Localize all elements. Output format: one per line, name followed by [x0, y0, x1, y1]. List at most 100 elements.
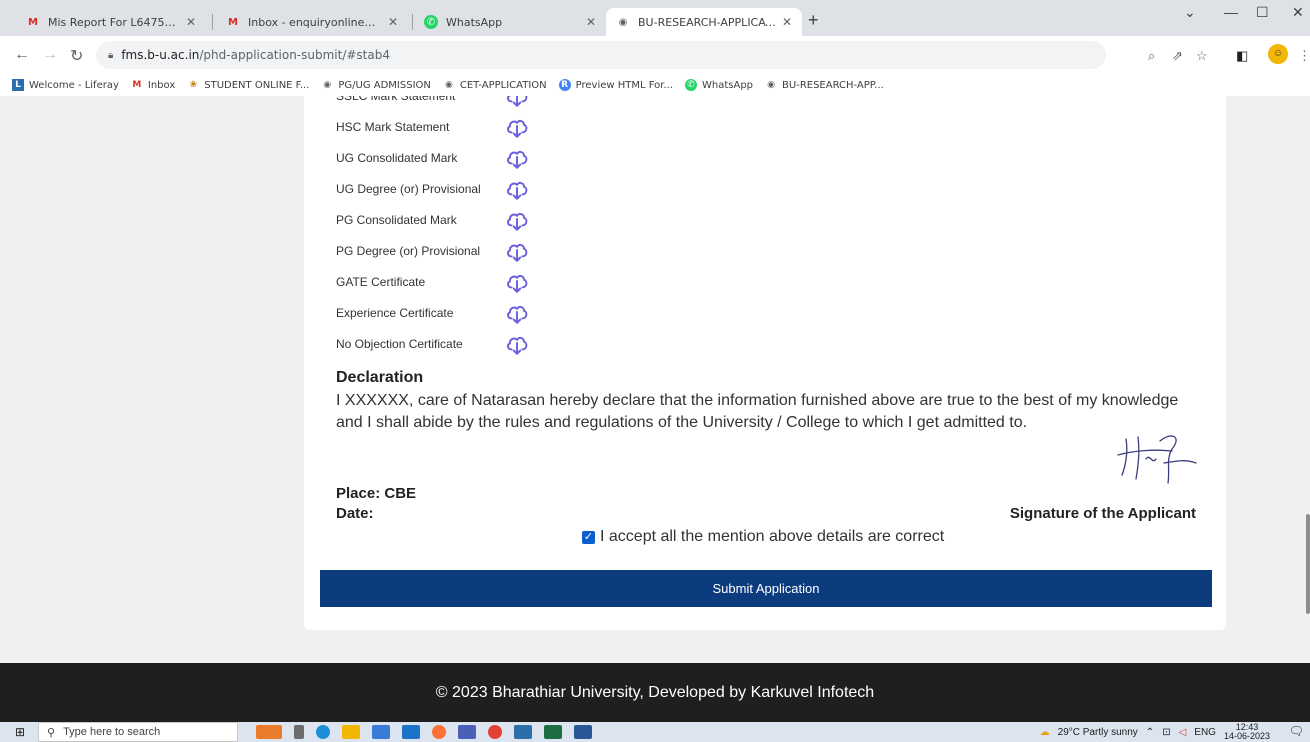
document-label: UG Degree (or) Provisional [336, 182, 481, 196]
tab-mis-report[interactable]: M Mis Report For L647563_Bharthia ✕ [16, 8, 206, 36]
document-row: UG Consolidated Mark [336, 145, 530, 171]
address-bar-row: ← → ↻ 🔒︎ fms.b-u.ac.in/phd-application-s… [0, 36, 1310, 74]
cloud-download-icon[interactable] [504, 269, 530, 295]
document-label: HSC Mark Statement [336, 120, 450, 134]
document-row: UG Degree (or) Provisional [336, 176, 530, 202]
whatsapp-icon: ✆ [424, 15, 438, 29]
menu-icon[interactable]: ⋮ [1298, 48, 1310, 64]
close-icon[interactable]: ✕ [586, 15, 596, 29]
bookmark-star-icon[interactable]: ☆ [1196, 48, 1208, 64]
date-text: Date: [336, 505, 374, 522]
calculator-icon[interactable] [514, 725, 532, 739]
new-tab-button[interactable]: + [808, 10, 819, 31]
widgets-icon[interactable] [256, 725, 282, 739]
mail-icon[interactable] [402, 725, 420, 739]
accept-label: I accept all the mention above details a… [600, 528, 945, 545]
volume-icon[interactable]: ◁ [1179, 727, 1187, 738]
gmail-icon: M [228, 16, 238, 28]
profile-avatar[interactable]: ☺ [1268, 44, 1288, 64]
bookmark-inbox[interactable]: M Inbox [131, 79, 175, 91]
bookmark-student-online[interactable]: ❀ STUDENT ONLINE F... [187, 79, 309, 91]
system-tray: ☁ 29°C Partly sunny ⌃ ⊡ ◁ ENG 12:43 14-0… [1032, 722, 1270, 742]
store-icon[interactable] [372, 725, 390, 739]
cloud-download-icon[interactable] [504, 96, 530, 109]
windows-start-icon[interactable]: ⊞ [8, 725, 32, 739]
chrome-icon[interactable] [488, 725, 502, 739]
tab-bu-research[interactable]: ◉ BU-RESEARCH-APPLICATION ✕ [606, 8, 802, 36]
tab-title: Mis Report For L647563_Bharthia [48, 15, 180, 29]
cloud-download-icon[interactable] [504, 300, 530, 326]
accept-checkbox[interactable]: ✓ [582, 530, 595, 544]
forward-icon[interactable]: → [42, 46, 58, 64]
firefox-icon[interactable] [432, 725, 446, 739]
gmail-icon: M [132, 80, 142, 90]
close-icon[interactable]: ✕ [388, 15, 398, 29]
scrollbar[interactable] [1306, 96, 1310, 663]
submit-label: Submit Application [712, 581, 820, 596]
close-window-icon[interactable]: ✕ [1292, 4, 1304, 21]
globe-icon: ◉ [323, 80, 332, 90]
clock-date: 14-06-2023 [1223, 731, 1270, 741]
task-view-icon[interactable] [294, 725, 304, 739]
tab-inbox[interactable]: M Inbox - enquiryonlinepay@buc.e ✕ [216, 8, 408, 36]
tab-search-icon[interactable]: ⌄ [1184, 4, 1196, 21]
cloud-download-icon[interactable] [504, 145, 530, 171]
tab-title: BU-RESEARCH-APPLICATION [638, 15, 776, 29]
close-icon[interactable]: ✕ [782, 15, 792, 29]
weather-text[interactable]: 29°C Partly sunny [1058, 727, 1138, 738]
file-explorer-icon[interactable] [342, 725, 360, 739]
back-icon[interactable]: ← [14, 46, 30, 64]
bookmark-label: BU-RESEARCH-APP... [782, 79, 884, 91]
bookmark-liferay[interactable]: L Welcome - Liferay [12, 79, 119, 91]
notification-icon[interactable]: 🗨︎ [1289, 724, 1304, 738]
tray-chevron-icon[interactable]: ⌃ [1146, 727, 1154, 738]
excel-icon[interactable] [544, 725, 562, 739]
globe-icon: ◉ [767, 80, 775, 90]
cloud-download-icon[interactable] [504, 331, 530, 357]
declaration-title: Declaration [336, 369, 424, 386]
document-label: GATE Certificate [336, 275, 426, 289]
word-icon[interactable] [574, 725, 592, 739]
application-card: SSLC Mark Statement HSC Mark Statement UG … [304, 96, 1226, 630]
page-footer: © 2023 Bharathiar University, Developed … [0, 663, 1310, 722]
edge-icon[interactable] [316, 725, 330, 739]
network-icon[interactable]: ⊡ [1162, 727, 1170, 738]
reload-icon[interactable]: ↻ [70, 46, 83, 66]
url-host: fms.b-u.ac.in [121, 48, 200, 62]
tab-title: Inbox - enquiryonlinepay@buc.e [248, 15, 382, 29]
app-icon[interactable] [458, 725, 476, 739]
zoom-icon[interactable]: ⌕ [1148, 48, 1155, 64]
cloud-download-icon[interactable] [504, 176, 530, 202]
cloud-download-icon[interactable] [504, 114, 530, 140]
globe-icon: ◉ [618, 16, 628, 28]
bookmark-label: CET-APPLICATION [459, 79, 547, 91]
taskbar-search-box[interactable]: ⚲ Type here to search [38, 722, 238, 742]
bookmark-pg-ug[interactable]: ◉ PG/UG ADMISSION [321, 79, 431, 91]
language-text[interactable]: ENG [1194, 727, 1216, 738]
globe-icon: ◉ [444, 80, 453, 90]
minimize-icon[interactable]: — [1224, 4, 1238, 20]
side-panel-icon[interactable]: ◧ [1236, 48, 1248, 64]
url-field[interactable]: 🔒︎ fms.b-u.ac.in/phd-application-submit/… [96, 41, 1106, 69]
scrollbar-thumb[interactable] [1306, 514, 1310, 614]
maximize-icon[interactable]: ☐ [1256, 4, 1269, 21]
cloud-download-icon[interactable] [504, 238, 530, 264]
bookmark-label: PG/UG ADMISSION [338, 79, 431, 91]
submit-application-button[interactable]: Submit Application [320, 570, 1212, 607]
clock[interactable]: 12:43 14-06-2023 [1224, 723, 1270, 741]
taskbar-search-placeholder: Type here to search [63, 726, 161, 738]
tab-whatsapp[interactable]: ✆ WhatsApp ✕ [414, 8, 606, 36]
share-icon[interactable]: ⇗ [1172, 48, 1183, 64]
accept-terms[interactable]: ✓ I accept all the mention above details… [582, 528, 944, 546]
bookmark-label: WhatsApp [702, 79, 754, 91]
bookmark-cet[interactable]: ◉ CET-APPLICATION [443, 79, 547, 91]
cloud-download-icon[interactable] [504, 207, 530, 233]
document-row: PG Consolidated Mark [336, 207, 530, 233]
declaration-text: I XXXXXX, care of Natarasan hereby decla… [336, 392, 1179, 431]
close-icon[interactable]: ✕ [186, 15, 196, 29]
university-icon: ❀ [189, 80, 198, 90]
bookmark-preview-html[interactable]: R Preview HTML For... [558, 79, 673, 91]
bookmark-bu-research[interactable]: ◉ BU-RESEARCH-APP... [765, 79, 884, 91]
bookmark-whatsapp[interactable]: ✆ WhatsApp [685, 79, 753, 91]
lock-icon[interactable]: 🔒︎ [108, 50, 113, 61]
